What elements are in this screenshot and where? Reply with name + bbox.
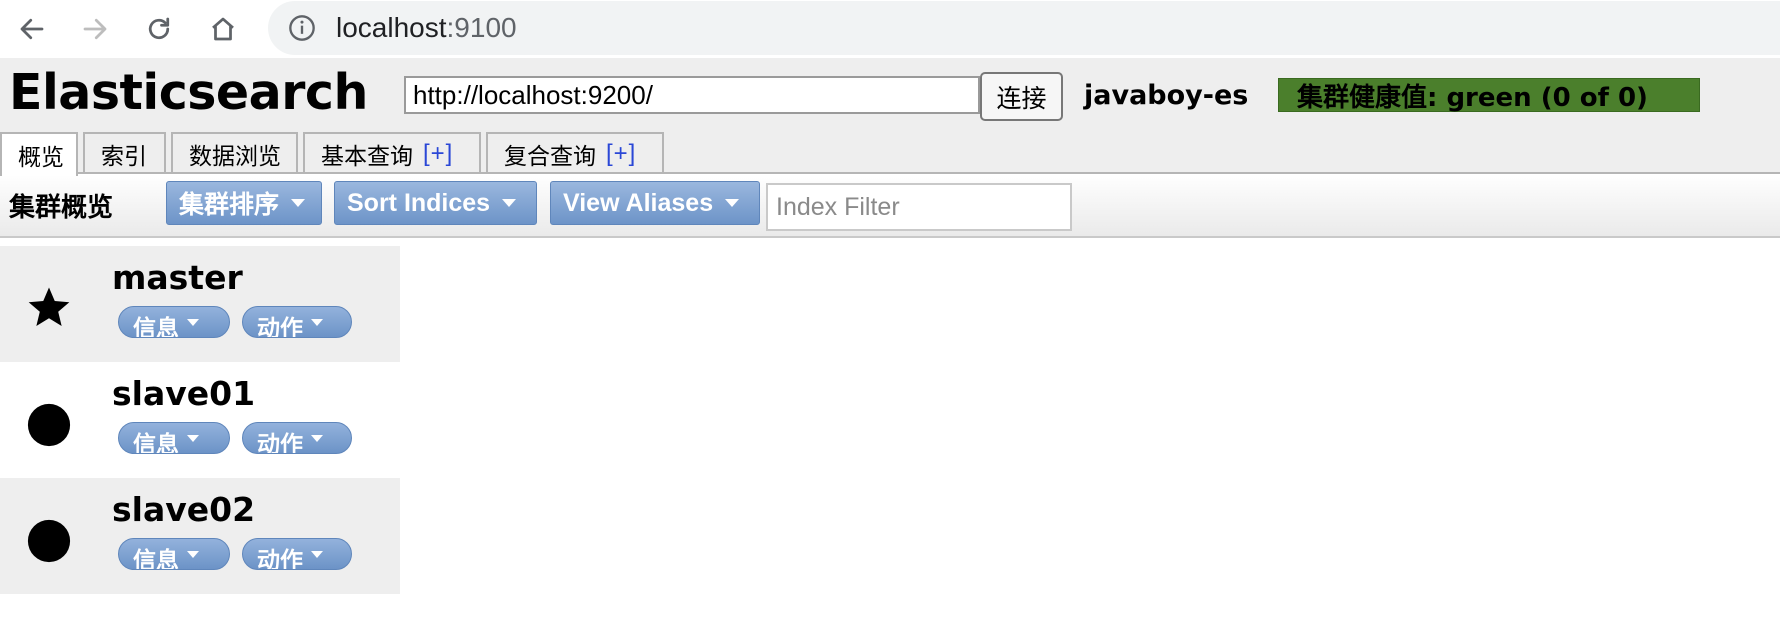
main-tabs: 概览 索引 数据浏览 基本查询 [+] 复合查询 [+] — [0, 132, 1780, 176]
tab-label: 索引 — [101, 144, 147, 170]
address-host: localhost — [336, 12, 447, 43]
app-header: Elasticsearch 连接 javaboy-es 集群健康值: green… — [0, 58, 1780, 176]
tab-label: 复合查询 — [504, 144, 596, 170]
chevron-down-icon — [187, 434, 199, 442]
browser-toolbar: localhost:9100 — [0, 0, 1780, 58]
index-filter-input[interactable] — [766, 183, 1072, 231]
connect-button[interactable]: 连接 — [980, 72, 1063, 121]
button-label: 动作 — [257, 316, 303, 338]
tab-overview[interactable]: 概览 — [0, 132, 78, 176]
node-actions-button[interactable]: 动作 — [242, 306, 352, 338]
connection-url-input[interactable] — [404, 76, 980, 114]
address-bar[interactable]: localhost:9100 — [268, 1, 1780, 55]
node-row-master: master 信息 动作 — [0, 246, 400, 362]
node-info-button[interactable]: 信息 — [118, 422, 230, 454]
node-actions-button[interactable]: 动作 — [242, 538, 352, 570]
address-port: :9100 — [446, 12, 517, 43]
app-title: Elasticsearch — [9, 64, 368, 121]
forward-arrow-icon — [83, 18, 107, 40]
sort-cluster-button[interactable]: 集群排序 — [166, 181, 322, 225]
node-name: master — [112, 258, 243, 297]
button-label: 动作 — [257, 548, 303, 570]
button-label: Sort Indices — [347, 188, 491, 217]
chevron-down-icon — [311, 318, 323, 326]
button-label: 集群排序 — [179, 191, 280, 219]
address-url: localhost:9100 — [336, 12, 517, 44]
view-aliases-button[interactable]: View Aliases — [550, 181, 760, 225]
reload-icon — [148, 17, 170, 40]
chevron-down-icon — [187, 318, 199, 326]
node-row-slave02: slave02 信息 动作 — [0, 478, 400, 594]
overview-toolbar: 集群概览 集群排序 Sort Indices View Aliases — [0, 174, 1780, 238]
tab-indices[interactable]: 索引 — [83, 132, 166, 174]
button-label: 信息 — [133, 432, 179, 454]
button-label: 信息 — [133, 316, 179, 338]
tab-label: 基本查询 — [321, 144, 413, 170]
circle-icon — [27, 519, 71, 563]
node-actions-button[interactable]: 动作 — [242, 422, 352, 454]
toolbar-title: 集群概览 — [9, 193, 114, 223]
chevron-down-icon — [311, 550, 323, 558]
circle-icon — [27, 403, 71, 447]
chevron-down-icon — [311, 434, 323, 442]
tab-label: 概览 — [18, 145, 64, 171]
chevron-down-icon — [291, 199, 306, 207]
home-button[interactable] — [203, 9, 243, 49]
tab-basic-query[interactable]: 基本查询 [+] — [303, 132, 481, 174]
button-label: 信息 — [133, 548, 179, 570]
info-icon[interactable] — [288, 14, 316, 42]
button-label: View Aliases — [563, 188, 714, 217]
chevron-down-icon — [502, 199, 517, 207]
tab-expand-link[interactable]: [+] — [423, 140, 453, 168]
tab-data-browser[interactable]: 数据浏览 — [171, 132, 298, 174]
back-button[interactable] — [12, 9, 52, 49]
reload-button[interactable] — [139, 9, 179, 49]
node-row-slave01: slave01 信息 动作 — [0, 362, 400, 478]
star-icon — [28, 287, 70, 326]
tab-label: 数据浏览 — [189, 144, 281, 170]
sort-indices-button[interactable]: Sort Indices — [334, 181, 537, 225]
chevron-down-icon — [187, 550, 199, 558]
node-info-button[interactable]: 信息 — [118, 538, 230, 570]
cluster-health-badge: 集群健康值: green (0 of 0) — [1278, 78, 1700, 113]
forward-button[interactable] — [75, 9, 115, 49]
cluster-name: javaboy-es — [1084, 80, 1249, 111]
button-label: 动作 — [257, 432, 303, 454]
node-name: slave01 — [112, 374, 256, 413]
chevron-down-icon — [725, 199, 740, 207]
node-info-button[interactable]: 信息 — [118, 306, 230, 338]
back-arrow-icon — [20, 18, 44, 40]
tab-expand-link[interactable]: [+] — [606, 140, 636, 168]
node-name: slave02 — [112, 490, 256, 529]
home-icon — [212, 17, 234, 41]
tab-compound-query[interactable]: 复合查询 [+] — [486, 132, 664, 174]
